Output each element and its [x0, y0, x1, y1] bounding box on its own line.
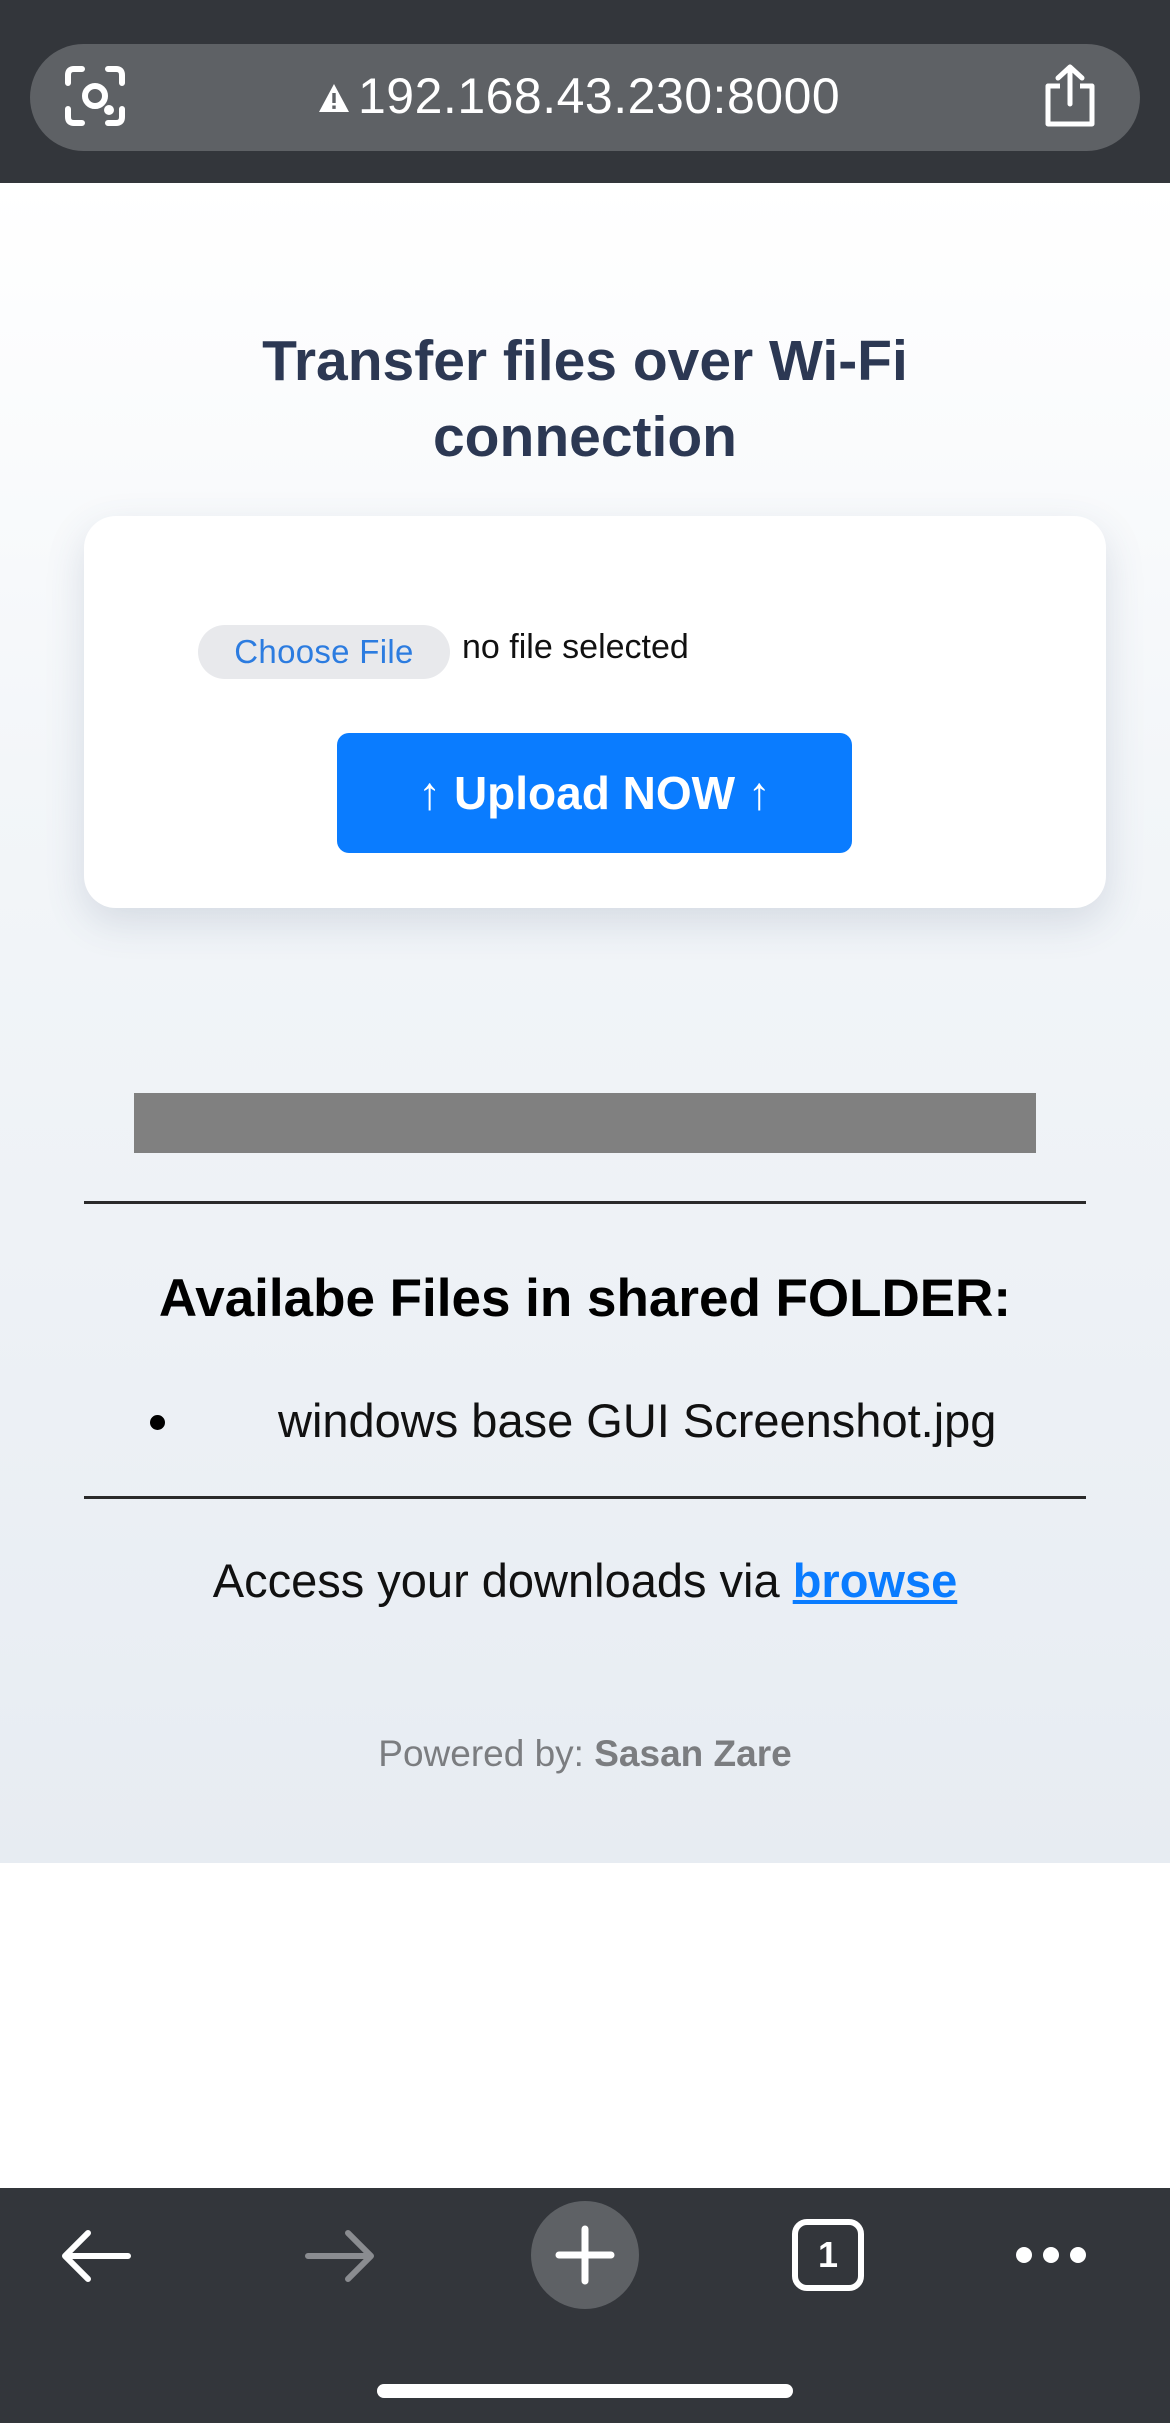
- url-display[interactable]: 192.168.43.230:8000: [318, 64, 878, 128]
- author-name: Sasan Zare: [594, 1733, 792, 1774]
- bullet-icon: [150, 1415, 165, 1430]
- new-tab-icon[interactable]: [530, 2200, 640, 2310]
- access-text: Access your downloads via: [212, 1554, 793, 1607]
- divider: [84, 1496, 1086, 1499]
- share-icon[interactable]: [1040, 64, 1100, 128]
- browse-link[interactable]: browse: [793, 1554, 958, 1607]
- list-item[interactable]: windows base GUI Screenshot.jpg: [150, 1393, 1050, 1453]
- tab-count: 1: [817, 2234, 839, 2275]
- footer-credit: Powered by: Sasan Zare: [84, 1733, 1086, 1775]
- upload-progress-bar: [134, 1093, 1036, 1153]
- upload-progress-fill: [134, 1093, 1036, 1153]
- file-status-text: no file selected: [462, 628, 689, 666]
- access-downloads-text: Access your downloads via browse: [84, 1553, 1086, 1608]
- back-icon[interactable]: [58, 2226, 134, 2286]
- powered-by-label: Powered by:: [378, 1733, 595, 1774]
- upload-button[interactable]: ↑ Upload NOW ↑: [337, 733, 852, 853]
- upload-card: Choose File no file selected ↑ Upload NO…: [84, 516, 1106, 908]
- lens-icon[interactable]: [64, 65, 126, 127]
- page-title: Transfer files over Wi-Fi connection: [262, 329, 908, 469]
- browser-top-bar: 192.168.43.230:8000: [0, 0, 1170, 183]
- more-icon[interactable]: [1014, 2243, 1088, 2267]
- file-name: windows base GUI Screenshot.jpg: [278, 1394, 997, 1447]
- url-text: 192.168.43.230:8000: [358, 68, 841, 124]
- tabs-icon[interactable]: 1: [791, 2218, 865, 2292]
- web-page: Transfer files over Wi-Fi connection Cho…: [0, 183, 1170, 1863]
- warning-icon: [319, 84, 349, 112]
- home-indicator[interactable]: [377, 2384, 793, 2398]
- divider: [84, 1201, 1086, 1204]
- forward-icon[interactable]: [302, 2226, 378, 2286]
- files-section-title: Availabe Files in shared FOLDER:: [158, 1269, 1012, 1328]
- choose-file-button[interactable]: Choose File: [198, 625, 450, 679]
